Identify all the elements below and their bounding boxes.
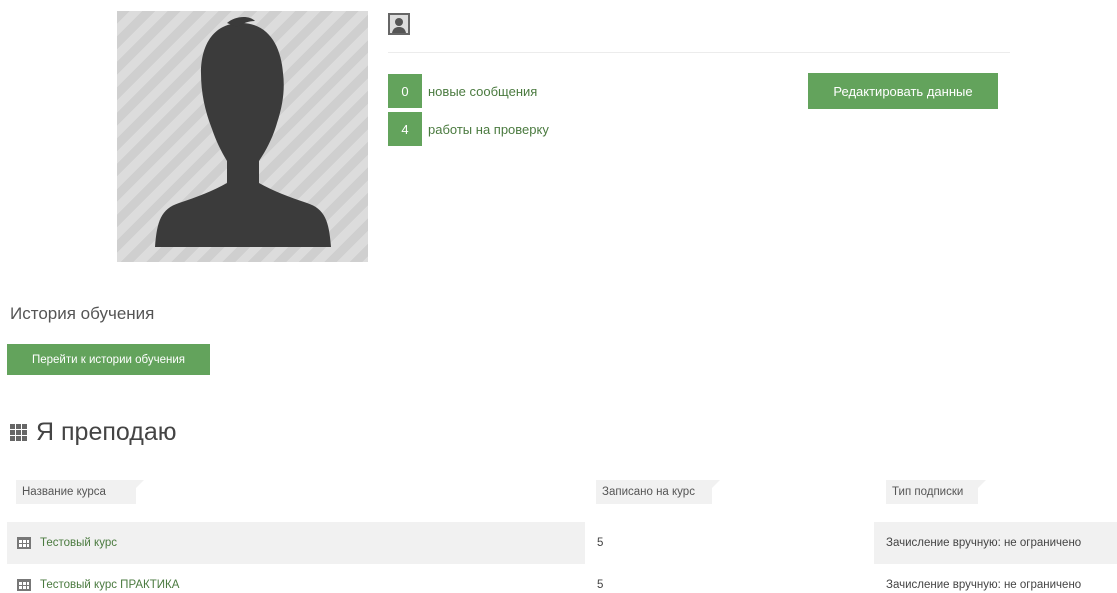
course-table-icon [17, 579, 31, 591]
messages-link[interactable]: новые сообщения [428, 84, 537, 99]
subscription-cell: Зачисление вручную: не ограничено [886, 537, 1082, 549]
grid-icon [10, 423, 28, 442]
course-link[interactable]: Тестовый курс [40, 537, 117, 549]
column-header-subscription[interactable]: Тип подписки [886, 480, 986, 504]
column-header-enrolled[interactable]: Записано на курс [596, 480, 720, 504]
profile-page: 0 новые сообщения 4 работы на проверку Р… [0, 0, 1117, 593]
person-silhouette-icon [155, 17, 331, 247]
enrolled-cell: 5 [597, 537, 604, 549]
column-header-course-name[interactable]: Название курса [16, 480, 144, 504]
history-button[interactable]: Перейти к истории обучения [7, 344, 210, 375]
history-heading: История обучения [10, 304, 155, 323]
teaching-title: Я преподаю [36, 418, 177, 446]
course-name-cell[interactable]: Тестовый курс ПРАКТИКА [17, 575, 179, 593]
teaching-heading: Я преподаю [10, 418, 176, 447]
works-link[interactable]: работы на проверку [428, 122, 549, 137]
edit-profile-button[interactable]: Редактировать данные [808, 73, 998, 109]
subscription-cell: Зачисление вручную: не ограничено [886, 579, 1082, 591]
user-icon [388, 13, 410, 35]
course-name-cell[interactable]: Тестовый курс [17, 533, 117, 553]
stat-new-messages[interactable]: 0 новые сообщения [388, 74, 537, 108]
profile-avatar [117, 11, 368, 262]
messages-count-badge: 0 [388, 74, 422, 108]
stat-works-to-check[interactable]: 4 работы на проверку [388, 112, 549, 146]
course-table-icon [17, 537, 31, 549]
enrolled-cell: 5 [597, 579, 604, 591]
profile-divider [388, 52, 1010, 53]
course-link[interactable]: Тестовый курс ПРАКТИКА [40, 579, 179, 591]
works-count-badge: 4 [388, 112, 422, 146]
